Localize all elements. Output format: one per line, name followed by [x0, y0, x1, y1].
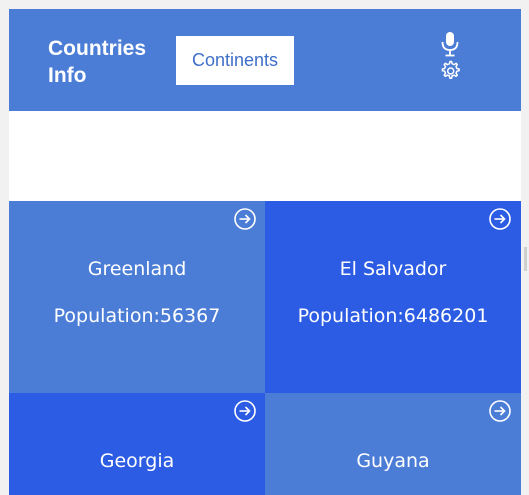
scrollbar-handle[interactable]	[524, 247, 527, 271]
country-name: Georgia	[99, 450, 175, 472]
app-header: Countries Info Continents	[9, 9, 521, 111]
app-frame: Countries Info Continents Greenland Popu…	[9, 9, 521, 495]
content-spacer	[9, 111, 521, 201]
country-name: Guyana	[356, 450, 430, 472]
country-card-guyana[interactable]: Guyana	[265, 393, 521, 495]
country-name: El Salvador	[339, 258, 447, 280]
country-name: Greenland	[87, 258, 187, 280]
country-population: Population:56367	[53, 305, 221, 327]
continents-button[interactable]: Continents	[176, 36, 294, 85]
countries-grid: Greenland Population:56367 El Salvador P…	[9, 201, 521, 495]
country-population: Population:6486201	[297, 305, 489, 327]
arrow-right-circle-icon[interactable]	[233, 399, 257, 423]
gear-icon[interactable]	[438, 59, 462, 83]
arrow-right-circle-icon[interactable]	[233, 207, 257, 231]
country-card-georgia[interactable]: Georgia	[9, 393, 265, 495]
app-title: Countries Info	[48, 37, 147, 87]
country-card-greenland[interactable]: Greenland Population:56367	[9, 201, 265, 393]
microphone-icon[interactable]	[439, 31, 461, 57]
arrow-right-circle-icon[interactable]	[488, 399, 512, 423]
country-card-el-salvador[interactable]: El Salvador Population:6486201	[265, 201, 521, 393]
arrow-right-circle-icon[interactable]	[488, 207, 512, 231]
